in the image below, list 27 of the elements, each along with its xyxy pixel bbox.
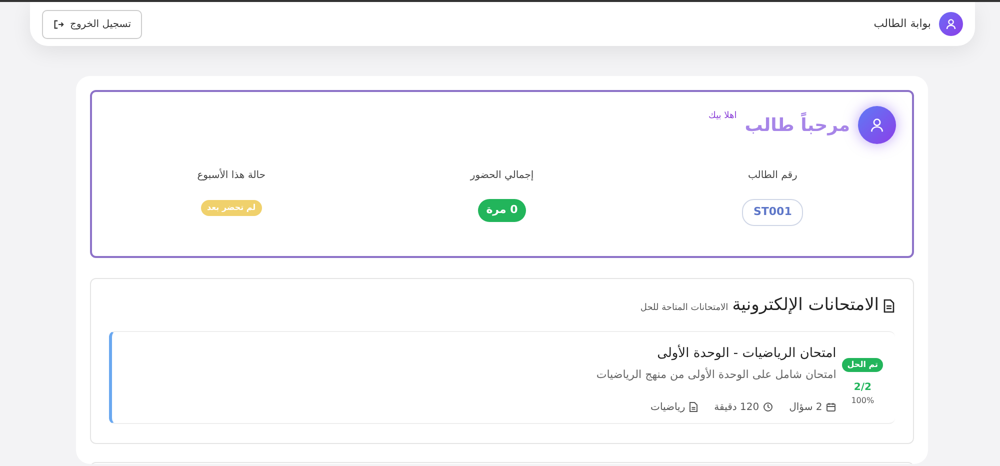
stat-badge: لم تحضر بعد <box>201 200 262 216</box>
stat-badge: 0 مرة <box>478 199 526 222</box>
greeting-subtitle: اهلا بيك <box>708 110 737 123</box>
logout-icon <box>53 18 64 30</box>
avatar-icon <box>939 12 963 36</box>
stat-badge: ST001 <box>742 199 803 226</box>
section-title: الامتحانات الإلكترونية <box>732 294 879 317</box>
stat-label: رقم الطالب <box>746 169 798 183</box>
greeting-heading: مرحباً طالب <box>744 112 850 138</box>
meta-text: رياضيات <box>650 400 686 414</box>
status-badge: تم الحل <box>842 358 883 372</box>
percent-text: 100% <box>851 394 874 406</box>
stat-label: إجمالي الحضور <box>469 169 535 183</box>
clock-icon <box>763 402 774 412</box>
exam-description: امتحان شامل على الوحدة الأولى من منهج الرياضيات <box>595 367 836 383</box>
portal-title: بوابة الطالب <box>874 16 931 32</box>
logout-button[interactable]: تسجيل الخروج <box>42 10 142 38</box>
section-subtitle: الامتحانات المتاحة للحل <box>640 302 728 315</box>
score-text: 2/2 <box>854 380 872 394</box>
meta-text: 2 سؤال <box>789 400 822 414</box>
meta-text: 120 دقيقة <box>714 400 760 414</box>
document-icon <box>883 298 895 313</box>
calendar-icon <box>826 402 836 412</box>
stat-label: حالة هذا الأسبوع <box>196 168 267 183</box>
exam-title: امتحان الرياضيات - الوحدة الأولى <box>656 344 836 362</box>
avatar-icon <box>858 106 896 144</box>
document-icon <box>689 402 698 412</box>
